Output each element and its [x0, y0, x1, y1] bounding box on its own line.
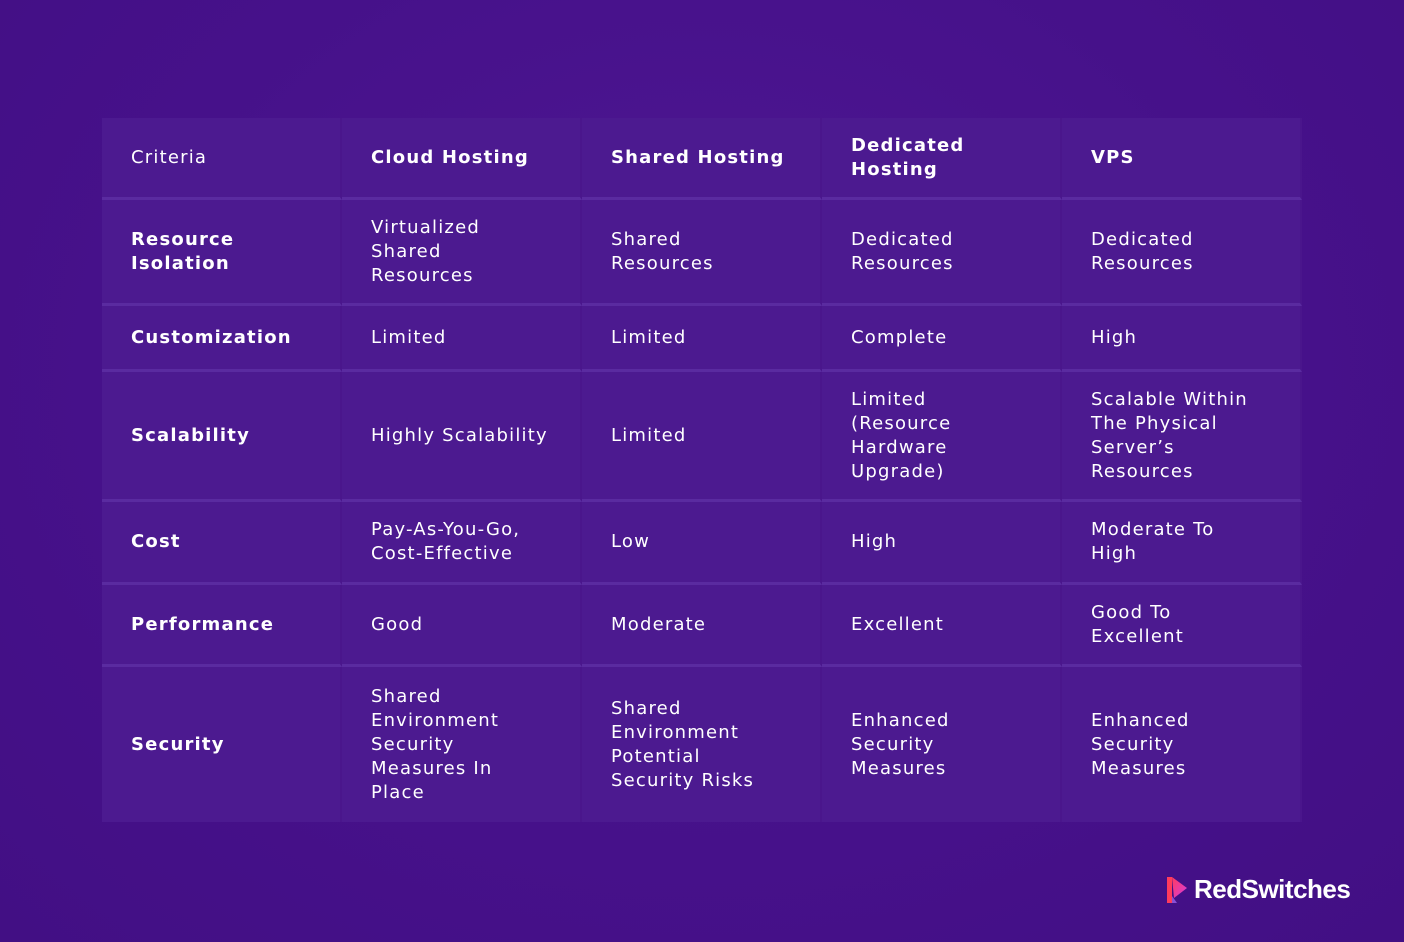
table-cell: Virtualized Shared Resources	[342, 200, 582, 306]
table-cell: Limited	[582, 372, 822, 502]
table-cell: Shared Resources	[582, 200, 822, 306]
criteria-cell: Scalability	[102, 372, 342, 502]
table-row: Resource Isolation Virtualized Shared Re…	[102, 200, 1302, 306]
header-dedicated: Dedicated Hosting	[822, 118, 1062, 200]
table-row: Scalability Highly Scalability Limited L…	[102, 372, 1302, 502]
criteria-cell: Customization	[102, 306, 342, 372]
table-cell: Scalable Within The Physical Server’s Re…	[1062, 372, 1302, 502]
table-cell: Enhanced Security Measures	[1062, 667, 1302, 822]
table-cell: Low	[582, 502, 822, 585]
criteria-cell: Cost	[102, 502, 342, 585]
table-cell: Good	[342, 585, 582, 667]
table-cell: Limited (Resource Hardware Upgrade)	[822, 372, 1062, 502]
table-cell: Dedicated Resources	[1062, 200, 1302, 306]
brand-logo: RedSwitches	[1166, 874, 1351, 905]
table-row: Customization Limited Limited Complete H…	[102, 306, 1302, 372]
criteria-cell: Performance	[102, 585, 342, 667]
comparison-table: Criteria Cloud Hosting Shared Hosting De…	[102, 118, 1302, 822]
table-cell: Limited	[582, 306, 822, 372]
header-shared: Shared Hosting	[582, 118, 822, 200]
table-cell: Dedicated Resources	[822, 200, 1062, 306]
table-cell: Complete	[822, 306, 1062, 372]
table-cell: Moderate	[582, 585, 822, 667]
brand-name: RedSwitches	[1194, 874, 1351, 904]
header-vps: VPS	[1062, 118, 1302, 200]
criteria-cell: Resource Isolation	[102, 200, 342, 306]
criteria-cell: Security	[102, 667, 342, 822]
table-cell: High	[1062, 306, 1302, 372]
header-row: Criteria Cloud Hosting Shared Hosting De…	[102, 118, 1302, 200]
table-row: Security Shared Environment Security Mea…	[102, 667, 1302, 822]
table-row: Performance Good Moderate Excellent Good…	[102, 585, 1302, 667]
table-cell: Good To Excellent	[1062, 585, 1302, 667]
table-cell: Shared Environment Potential Security Ri…	[582, 667, 822, 822]
table-cell: Excellent	[822, 585, 1062, 667]
table-cell: High	[822, 502, 1062, 585]
table-cell: Limited	[342, 306, 582, 372]
table-cell: Shared Environment Security Measures In …	[342, 667, 582, 822]
header-criteria: Criteria	[102, 118, 342, 200]
table-row: Cost Pay-As-You-Go, Cost-Effective Low H…	[102, 502, 1302, 585]
table-cell: Enhanced Security Measures	[822, 667, 1062, 822]
table-cell: Highly Scalability	[342, 372, 582, 502]
redswitches-logo-icon	[1167, 876, 1187, 903]
header-cloud: Cloud Hosting	[342, 118, 582, 200]
table-cell: Moderate To High	[1062, 502, 1302, 585]
table-cell: Pay-As-You-Go, Cost-Effective	[342, 502, 582, 585]
